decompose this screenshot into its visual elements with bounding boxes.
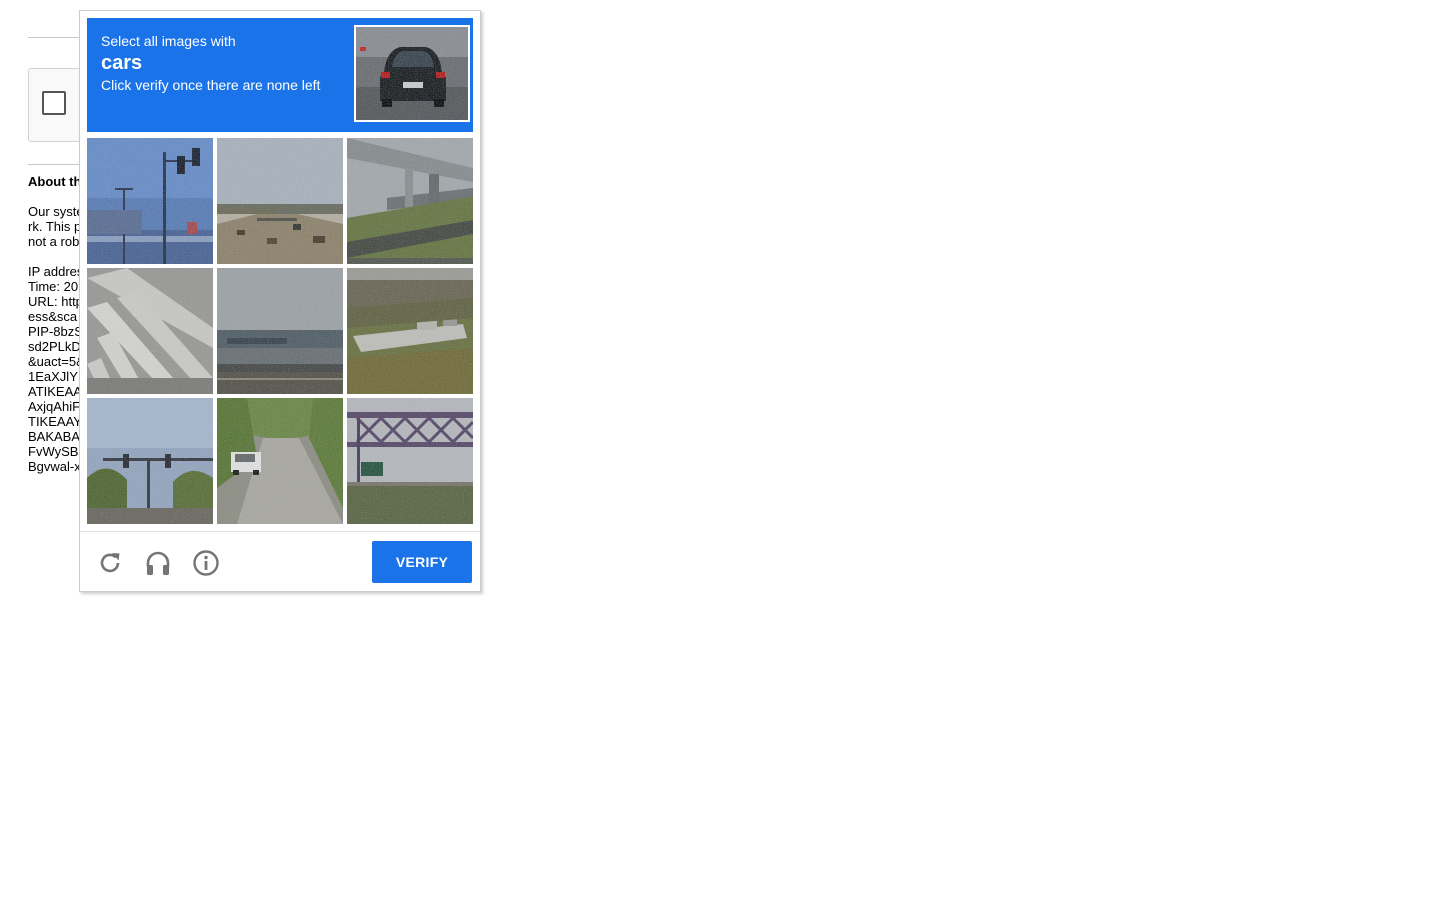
- overpass-image: [347, 138, 473, 264]
- text-line: TIKEAAY: [28, 414, 82, 429]
- text-line: URL: http: [28, 294, 83, 309]
- image-tile[interactable]: [347, 138, 473, 264]
- text-line: 1EaXJlY: [28, 369, 78, 384]
- image-tile[interactable]: [87, 138, 213, 264]
- instruction-text: Select all images with: [101, 33, 236, 49]
- image-tile[interactable]: [217, 138, 343, 264]
- text-line: BAKABA: [28, 429, 81, 444]
- image-tile[interactable]: [347, 398, 473, 524]
- recaptcha-challenge: Select all images with cars Click verify…: [79, 10, 481, 592]
- highway-image: [217, 138, 343, 264]
- text-line: PIP-8bzS: [28, 324, 83, 339]
- boat-on-grass-image: [347, 268, 473, 394]
- text-line: Our syste: [28, 204, 84, 219]
- image-grid: [87, 138, 473, 524]
- image-tile[interactable]: [347, 268, 473, 394]
- text-line: rk. This p: [28, 219, 82, 234]
- instruction-subtext: Click verify once there are none left: [101, 77, 321, 93]
- text-line: &uact=5&: [28, 354, 85, 369]
- street-parked-car-image: [217, 398, 343, 524]
- info-icon[interactable]: [192, 549, 220, 577]
- text-line: Bgvwal-x: [28, 459, 81, 474]
- text-line: sd2PLkD: [28, 339, 81, 354]
- not-a-robot-checkbox[interactable]: [42, 91, 66, 115]
- verify-button[interactable]: VERIFY: [372, 541, 472, 583]
- reload-icon[interactable]: [96, 549, 124, 577]
- text-line: Time: 20: [28, 279, 79, 294]
- truss-bridge-image: [347, 398, 473, 524]
- text-line: not a rob: [28, 234, 80, 249]
- sample-car-image: [354, 25, 470, 122]
- traffic-lights-image: [87, 138, 213, 264]
- text-line: FvWySB: [28, 444, 79, 459]
- headphones-icon[interactable]: [144, 549, 172, 577]
- image-tile[interactable]: [87, 398, 213, 524]
- challenge-header: Select all images with cars Click verify…: [87, 18, 473, 132]
- text-line: ess&sca: [28, 309, 78, 324]
- image-tile[interactable]: [217, 268, 343, 394]
- image-tile[interactable]: [87, 268, 213, 394]
- text-line: ATIKEAA: [28, 384, 82, 399]
- water-highway-image: [217, 268, 343, 394]
- image-tile[interactable]: [217, 398, 343, 524]
- text-line: AxjqAhiF: [28, 399, 81, 414]
- text-line: IP addres: [28, 264, 84, 279]
- footer-divider: [80, 531, 480, 532]
- car-rear-view-image: [356, 27, 468, 120]
- traffic-lights-trees-image: [87, 398, 213, 524]
- about-text: Our syste rk. This p not a rob IP addres…: [28, 204, 85, 474]
- challenge-keyword: cars: [101, 52, 143, 74]
- crosswalk-image: [87, 268, 213, 394]
- about-heading: About th: [28, 174, 82, 189]
